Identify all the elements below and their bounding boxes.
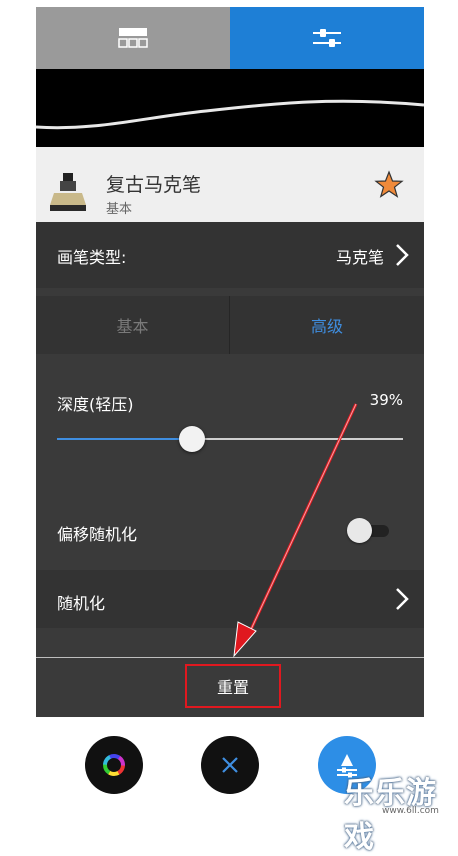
- depth-value: 39%: [369, 391, 403, 409]
- depth-label: 深度(轻压): [57, 395, 134, 414]
- stroke-preview-line: [36, 99, 424, 130]
- chevron-right-icon: [396, 588, 409, 610]
- randomize-label: 随机化: [57, 594, 106, 613]
- brush-category: 基本: [106, 202, 133, 217]
- offset-random-label: 偏移随机化: [57, 525, 138, 544]
- segment-basic[interactable]: 基本: [36, 296, 229, 354]
- marker-brush-icon: [50, 173, 86, 211]
- depth-slider[interactable]: [57, 426, 403, 452]
- sliders-icon: [313, 29, 341, 47]
- brush-type-row[interactable]: 画笔类型: 马克笔: [36, 222, 424, 288]
- star-icon[interactable]: [374, 170, 404, 200]
- watermark: 乐乐游戏 www.6ll.com: [336, 768, 458, 855]
- color-picker-button[interactable]: [85, 736, 143, 794]
- offset-random-toggle[interactable]: [347, 516, 389, 546]
- color-wheel-icon: [103, 754, 125, 776]
- reset-button[interactable]: 重置: [185, 664, 281, 708]
- stroke-preview: [36, 69, 424, 147]
- watermark-url: www.6ll.com: [382, 806, 439, 816]
- brush-name: 复古马克笔: [106, 174, 202, 196]
- tab-bar: [36, 7, 424, 69]
- close-button[interactable]: [201, 736, 259, 794]
- brush-type-value: 马克笔: [335, 248, 384, 267]
- close-icon: [222, 757, 238, 773]
- brush-type-label: 画笔类型:: [57, 248, 127, 267]
- chevron-right-icon: [396, 244, 409, 266]
- brush-settings-panel: 复古马克笔 基本 画笔类型: 马克笔 基本 高级 深度(轻压) 39% 偏移随机…: [36, 7, 424, 717]
- footer-divider: [36, 657, 424, 658]
- mode-segmented-control: 基本 高级: [36, 296, 424, 354]
- grid-icon: [118, 28, 148, 48]
- segment-advanced[interactable]: 高级: [230, 296, 424, 354]
- depth-slider-fill: [57, 438, 192, 440]
- tab-brush-library[interactable]: [36, 7, 230, 69]
- toggle-knob: [347, 518, 372, 543]
- brush-header: 复古马克笔 基本: [36, 147, 424, 222]
- depth-slider-thumb[interactable]: [178, 426, 205, 452]
- tab-brush-settings[interactable]: [230, 7, 424, 69]
- randomize-row[interactable]: 随机化: [36, 570, 424, 628]
